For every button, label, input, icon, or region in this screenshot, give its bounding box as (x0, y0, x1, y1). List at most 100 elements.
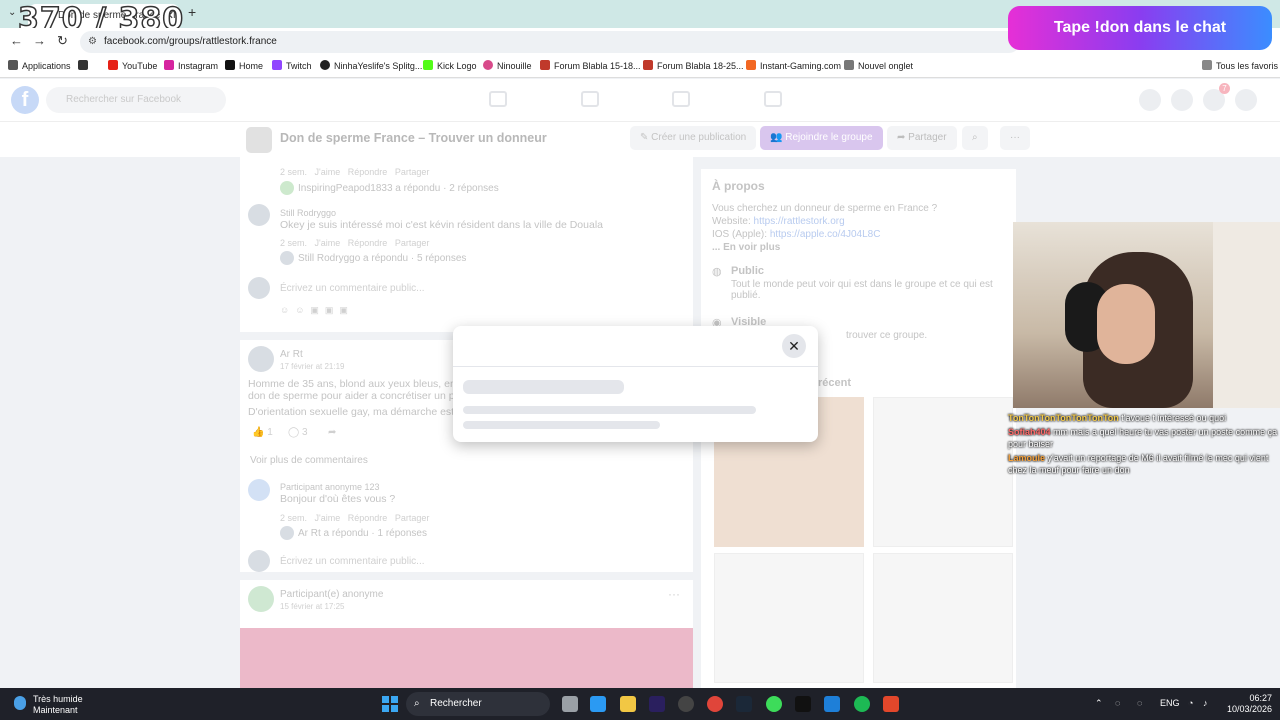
file-explorer-icon[interactable] (620, 696, 636, 712)
join-group-button[interactable]: 👥 Rejoindre le groupe (760, 126, 883, 150)
comment-icon: ◯ (288, 427, 302, 438)
bookmark-forum-18-25[interactable]: Forum Blabla 18-25... (643, 60, 744, 71)
friends-icon[interactable] (581, 91, 599, 107)
site-info-icon[interactable]: ⚙ (88, 31, 97, 53)
back-icon[interactable]: ← (10, 33, 23, 48)
chrome-icon[interactable] (707, 696, 723, 712)
chat-message: Sofiah404 mm mais a quel heure tu vas po… (1008, 427, 1278, 449)
chat-message: Lamoule y'avait un reportage de M6 il av… (1008, 453, 1269, 475)
post-text-line: Homme de 35 ans, blond aux yeux bleus, e… (248, 378, 471, 390)
facebook-logo-icon[interactable]: f (11, 86, 39, 114)
bookmark-ninouille[interactable]: Ninouille (483, 60, 532, 71)
comment-input[interactable]: Écrivez un commentaire public... (280, 283, 425, 294)
share-button[interactable]: ➦ Partager (887, 126, 957, 150)
bookmark-home[interactable]: Home (225, 60, 263, 71)
comment-count[interactable]: ◯ 3 (288, 427, 308, 438)
marketplace-icon[interactable] (672, 91, 690, 107)
reply-summary[interactable]: Still Rodryggo a répondu · 5 réponses (298, 253, 466, 264)
bookmark-twitch[interactable]: Twitch (272, 60, 312, 71)
recent-photo[interactable] (714, 553, 864, 683)
gaming-icon[interactable] (764, 91, 782, 107)
ios-link[interactable]: https://apple.co/4J04L8C (770, 229, 881, 240)
wifi-icon[interactable]: ◔ (1188, 698, 1193, 708)
skeleton-line (463, 380, 624, 394)
share-icon: ➦ (897, 132, 909, 143)
system-clock[interactable]: 06:27 10/03/2026 (1222, 693, 1272, 715)
task-view-icon[interactable] (562, 696, 578, 712)
windows-start-icon[interactable] (382, 696, 398, 712)
bookmark-kick[interactable]: Kick Logo (423, 60, 477, 71)
create-post-button[interactable]: ✎ Créer une publication (630, 126, 757, 150)
bookmark-forum-15-18[interactable]: Forum Blabla 15-18... (540, 60, 641, 71)
url-field[interactable]: ⚙ facebook.com/groups/rattlestork.france (80, 31, 1020, 53)
about-description: Vous cherchez un donneur de sperme en Fr… (712, 203, 938, 214)
premiere-icon[interactable] (649, 696, 665, 712)
group-icon: 👥 (770, 132, 786, 143)
post-author[interactable]: Participant(e) anonyme (280, 589, 383, 600)
skeleton-line (463, 406, 756, 414)
home-icon[interactable] (489, 91, 507, 107)
grid-icon[interactable] (78, 60, 92, 71)
comment-input[interactable]: Écrivez un commentaire public... (280, 556, 425, 567)
obs-icon[interactable] (678, 696, 694, 712)
like-count[interactable]: 👍 1 (252, 427, 273, 438)
steam-icon[interactable] (736, 696, 752, 712)
tray-icon[interactable]: ◌ (1115, 698, 1120, 708)
tiktok-icon[interactable] (795, 696, 811, 712)
search-icon: ⌕ (414, 698, 420, 709)
bookmarks-bar: Applications YouTube Instagram Home Twit… (0, 56, 1280, 78)
menu-grid-icon[interactable] (1139, 89, 1161, 111)
post-options-icon[interactable]: ··· (668, 587, 680, 601)
messenger-icon[interactable] (1171, 89, 1193, 111)
group-header: Don de sperme France – Trouver un donneu… (0, 121, 1280, 157)
comment-author[interactable]: Still Rodryggo (280, 208, 336, 218)
share-icon[interactable]: ➦ (328, 427, 336, 438)
bookmark-new-tab[interactable]: Nouvel onglet (844, 60, 913, 71)
app-icon[interactable] (824, 696, 840, 712)
comment-actions: 2 sem. J'aime Répondre Partager (280, 513, 430, 523)
more-options-icon[interactable]: ··· (1000, 126, 1030, 150)
all-bookmarks[interactable]: Tous les favoris (1202, 60, 1278, 71)
tray-icon[interactable]: ◌ (1137, 698, 1142, 708)
post-author[interactable]: Ar Rt (280, 349, 303, 360)
see-more-comments-link[interactable]: Voir plus de commentaires (250, 455, 368, 466)
forward-icon[interactable]: → (33, 33, 46, 48)
bookmark-instant-gaming[interactable]: Instant-Gaming.com (746, 60, 841, 71)
reply-summary[interactable]: Ar Rt a répondu · 1 réponses (298, 528, 427, 539)
bookmark-instagram[interactable]: Instagram (164, 60, 218, 71)
new-tab-icon[interactable]: + (188, 4, 196, 20)
facebook-search-input[interactable]: Rechercher sur Facebook (46, 87, 226, 113)
copilot-icon[interactable] (590, 696, 606, 712)
reload-icon[interactable]: ↻ (57, 33, 68, 49)
comment-actions: 2 sem. J'aime Répondre Partager (280, 238, 430, 248)
bookmark-splitgate[interactable]: NinhaYeslife's Splitg... (320, 60, 422, 71)
bookmark-youtube[interactable]: YouTube (108, 60, 157, 71)
spotify-icon[interactable] (854, 696, 870, 712)
brave-icon[interactable] (883, 696, 899, 712)
group-search-icon[interactable]: ⌕ (962, 126, 988, 150)
app-icon[interactable] (766, 696, 782, 712)
streamer-face (1097, 284, 1155, 364)
facebook-topbar: f Rechercher sur Facebook 7 (0, 79, 1280, 121)
reply-summary[interactable]: InspiringPeapod1833 a répondu · 2 répons… (298, 183, 499, 194)
recent-photo[interactable] (873, 397, 1013, 547)
post-date[interactable]: 17 février at 21:19 (280, 362, 344, 371)
comment-author[interactable]: Participant anonyme 123 (280, 482, 380, 492)
website-link[interactable]: https://rattlestork.org (754, 216, 845, 227)
see-more-link[interactable]: ... En voir plus (712, 242, 780, 253)
comment-tools-icon[interactable]: ☺☺▣▣▣ (280, 305, 354, 316)
taskbar-search[interactable]: ⌕ Rechercher (406, 692, 550, 716)
tab-list-icon[interactable]: ⌄ (8, 7, 16, 18)
globe-icon: ◍ (712, 266, 722, 278)
skeleton-line (463, 421, 660, 429)
post-date[interactable]: 15 février at 17:25 (280, 602, 344, 611)
recent-photo[interactable] (873, 553, 1013, 683)
volume-icon[interactable]: ♪ (1203, 698, 1208, 708)
language-indicator[interactable]: ENG (1160, 698, 1180, 708)
close-icon[interactable]: ✕ (782, 334, 806, 358)
profile-avatar[interactable] (1235, 89, 1257, 111)
tray-chevron-icon[interactable]: ⌃ (1095, 698, 1103, 709)
bookmark-applications[interactable]: Applications (8, 60, 71, 71)
post-image[interactable] (240, 628, 693, 688)
loading-dialog: ✕ (453, 326, 818, 442)
